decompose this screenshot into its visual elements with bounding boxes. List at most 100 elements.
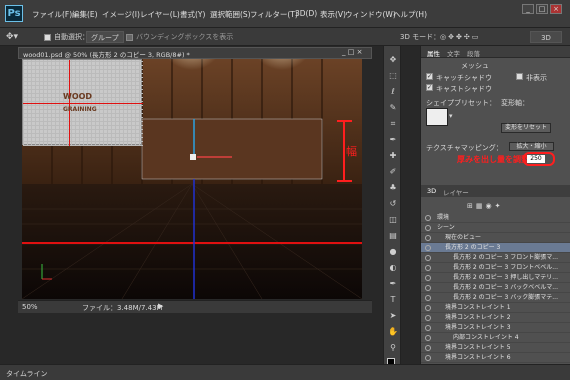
layer-row[interactable]: 長方形 2 のコピー 3 バック膨張マテ... [421,293,570,303]
visibility-eye-icon[interactable] [425,235,431,241]
blur-tool-icon[interactable]: ● [387,246,399,258]
tab-character[interactable]: 文字 [447,48,460,58]
healing-brush-icon[interactable]: ✚ [387,150,399,162]
history-brush-icon[interactable]: ↺ [387,198,399,210]
shape-preset-thumbnail[interactable] [426,108,448,126]
tools-panel: ✥ ⬚ ℓ ✎ ⌗ ✒ ✚ ✐ ♣ ↺ ◫ ▤ ● ◐ ✒ T ➤ ✋ ⚲ [383,46,401,366]
invisible-checkbox[interactable] [516,73,523,80]
tab-3d[interactable]: 3D [427,187,436,195]
visibility-eye-icon[interactable] [425,215,431,221]
stamp-tool-icon[interactable]: ♣ [387,182,399,194]
visibility-eye-icon[interactable] [425,305,431,311]
move-tool-icon[interactable]: ✥ [387,54,399,66]
menu-edit[interactable]: 編集(E) [72,9,98,20]
auto-select-checkbox[interactable] [44,34,51,41]
3d-mode-label: 3D モード： [400,33,441,41]
hand-tool-icon[interactable]: ✋ [387,326,399,338]
quick-select-icon[interactable]: ✎ [387,102,399,114]
layer-label: 境界コンストレイント 1 [445,304,511,311]
bbox-checkbox[interactable] [126,34,133,41]
layer-row[interactable]: 長方形 2 のコピー 3 押し出しマテリ... [421,273,570,283]
visibility-eye-icon[interactable] [425,225,431,231]
auto-select-dropdown[interactable]: グループ [86,31,124,43]
layer-filter-icons[interactable]: ⊞▦◉✦ [467,202,503,210]
visibility-eye-icon[interactable] [425,325,431,331]
visibility-eye-icon[interactable] [425,255,431,261]
options-bar: ✥▾ 自動選択： グループ バウンディングボックスを表示 3D モード： ◎✥✤… [0,28,570,46]
gradient-icon[interactable]: ▤ [387,230,399,242]
status-arrow-icon[interactable]: ▶ [158,302,163,310]
cast-shadow-checkbox[interactable]: ✓ [426,84,433,91]
eyedropper-icon[interactable]: ✒ [387,134,399,146]
minimize-button[interactable]: _ [522,4,534,14]
doc-window-controls[interactable]: _ □ × [342,48,362,56]
visibility-eye-icon[interactable] [425,315,431,321]
layer-row[interactable]: 境界コンストレイント 1 [421,303,570,313]
layer-row[interactable]: 境界コンストレイント 6 [421,353,570,363]
layer-row[interactable]: 境界コンストレイント 3 [421,323,570,333]
visibility-eye-icon[interactable] [425,265,431,271]
layer-row[interactable]: 境界コンストレイント 5 [421,343,570,353]
canvas[interactable]: 幅 WOOD GRAINING [22,59,362,299]
layer-row[interactable]: 長方形 2 のコピー 3 バックベベルマ... [421,283,570,293]
document-tab[interactable]: wood01.psd @ 50% (長方形 2 のコピー 3, RGB/8#) … [18,47,372,59]
maximize-button[interactable]: □ [536,4,548,14]
3d-mode-icons[interactable]: ◎✥✤✣▭ [440,31,480,43]
dodge-tool-icon[interactable]: ◐ [387,262,399,274]
visibility-eye-icon[interactable] [425,285,431,291]
pen-tool-icon[interactable]: ✒ [387,278,399,290]
menu-help[interactable]: ヘルプ(H) [393,9,427,20]
texture-mapping-dropdown[interactable]: 拡大・縮小 [509,142,554,151]
deform-axis-label: 変形軸： [501,99,529,107]
path-select-icon[interactable]: ➤ [387,310,399,322]
menu-layer[interactable]: レイヤー(L) [140,9,180,20]
menu-image[interactable]: イメージ(I) [102,9,140,20]
visibility-eye-icon[interactable] [425,345,431,351]
layer-row[interactable]: 内部コンストレイント 4 [421,333,570,343]
reset-deform-button[interactable]: 変形をリセット [501,123,551,133]
menu-3d[interactable]: 3D(D) [295,9,317,18]
timeline-panel: タイムライン [0,364,570,380]
brush-tool-icon[interactable]: ✐ [387,166,399,178]
layer-row[interactable]: 長方形 2 のコピー 3 [421,243,570,253]
workspace-switcher[interactable]: 3D [530,31,562,43]
layer-row[interactable]: 長方形 2 のコピー 3 フロント膨張マ... [421,253,570,263]
menu-file[interactable]: ファイル(F) [32,9,72,20]
svg-text:幅: 幅 [346,145,357,158]
zoom-tool-icon[interactable]: ⚲ [387,342,399,354]
layer-label: 現在のビュー [445,234,482,241]
shape-preset-dropdown-icon[interactable]: ▾ [449,112,453,120]
layer-row[interactable]: 現在のビュー [421,233,570,243]
visibility-eye-icon[interactable] [425,275,431,281]
layer-row[interactable]: 環境 [421,213,570,223]
menu-select[interactable]: 選択範囲(S) [210,9,251,20]
crop-tool-icon[interactable]: ⌗ [387,118,399,130]
menu-type[interactable]: 書式(Y) [180,9,205,20]
close-button[interactable]: × [550,4,562,14]
marquee-tool-icon[interactable]: ⬚ [387,70,399,82]
lasso-tool-icon[interactable]: ℓ [387,86,399,98]
tab-paragraph[interactable]: 段落 [467,48,480,58]
layer-row[interactable]: 境界コンストレイント 2 [421,313,570,323]
visibility-eye-icon[interactable] [425,245,431,251]
menu-window[interactable]: ウィンドウ(W) [345,9,396,20]
layer-label: 境界コンストレイント 2 [445,314,511,321]
visibility-eye-icon[interactable] [425,335,431,341]
zoom-level[interactable]: 50% [22,303,38,311]
move-tool-icon[interactable]: ✥▾ [6,31,18,43]
type-tool-icon[interactable]: T [387,294,399,306]
menu-view[interactable]: 表示(V) [320,9,346,20]
visibility-eye-icon[interactable] [425,295,431,301]
tab-properties[interactable]: 属性 [427,48,440,58]
depth-input[interactable]: 250 [527,155,545,163]
tab-layers[interactable]: レイヤー [443,187,469,197]
timeline-label[interactable]: タイムライン [6,369,48,379]
menu-filter[interactable]: フィルター(T) [250,9,298,20]
texture-preview: WOOD GRAINING [22,59,143,146]
visibility-eye-icon[interactable] [425,355,431,361]
depth-annotation: 厚みを出し量を調整 [457,155,529,164]
layer-row[interactable]: シーン [421,223,570,233]
eraser-icon[interactable]: ◫ [387,214,399,226]
layer-row[interactable]: 長方形 2 のコピー 3 フロントベベル... [421,263,570,273]
catch-shadow-checkbox[interactable]: ✓ [426,73,433,80]
